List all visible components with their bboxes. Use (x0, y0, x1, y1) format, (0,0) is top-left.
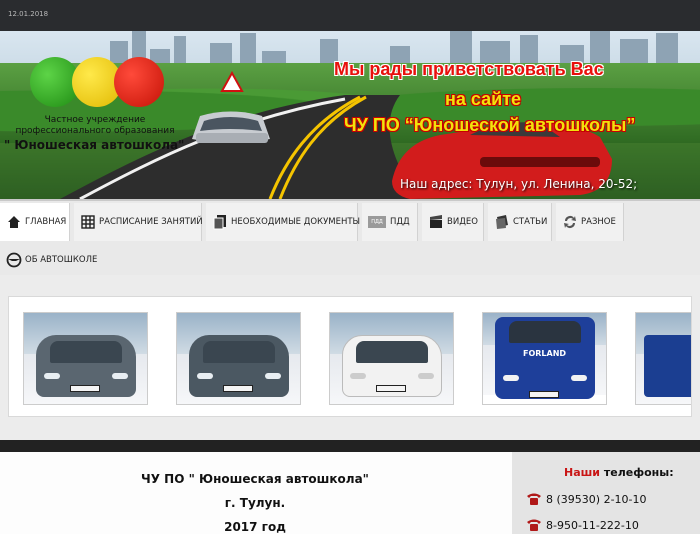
footer: ЧУ ПО " Юношеская автошкола" г. Тулун. 2… (0, 452, 700, 534)
documents-icon (213, 215, 226, 230)
footer-city: г. Тулун. (224, 496, 286, 510)
footer-divider (0, 440, 700, 452)
traffic-light-logo (30, 57, 164, 109)
red-light-icon (114, 57, 164, 107)
phone-2-number: 8-950-11-222-10 (546, 518, 639, 532)
steering-wheel-icon (6, 252, 22, 268)
nav-item-video[interactable]: ВИДЕО (422, 203, 484, 241)
greeting-line2: на сайте (445, 89, 522, 109)
silver-car (192, 70, 270, 143)
school-subtitle: Частное учреждение профессионального обр… (0, 115, 190, 137)
gallery-photo[interactable] (329, 312, 454, 405)
nav-item-misc[interactable]: РАЗНОЕ (556, 203, 624, 241)
nav-item-schedule[interactable]: РАСПИСАНИЕ ЗАНЯТИЙ (74, 203, 203, 241)
home-icon (8, 216, 20, 228)
phone-1-number: 8 (39530) 2-10-10 (546, 492, 647, 506)
car-photo-blue-truck (644, 335, 691, 397)
address: Наш адрес: Тулун, ул. Ленина, 20-52; (400, 177, 638, 191)
nav-label-documents: НЕОБХОДИМЫЕ ДОКУМЕНТЫ (231, 217, 361, 227)
grid-icon (81, 215, 95, 229)
current-date: 12.01.2018 (8, 10, 49, 18)
clapper-icon (430, 215, 442, 228)
gallery-photo[interactable] (23, 312, 148, 405)
nav-label-home: ГЛАВНАЯ (25, 217, 67, 227)
main-navigation: ГЛАВНАЯ РАСПИСАНИЕ ЗАНЯТИЙ НЕОБХОДИМЫЕ Д… (0, 199, 700, 279)
top-bar: 12.01.2018 (0, 0, 700, 31)
refresh-icon (564, 216, 576, 228)
phones-title-rest: телефоны: (600, 466, 674, 479)
footer-info: ЧУ ПО " Юношеская автошкола" г. Тулун. 2… (0, 452, 510, 534)
nav-label-video: ВИДЕО (447, 217, 478, 227)
nav-item-articles[interactable]: СТАТЬИ (488, 203, 552, 241)
gallery-photo[interactable] (176, 312, 301, 405)
phone-icon (527, 493, 541, 505)
footer-year: 2017 год (224, 520, 286, 534)
gallery-section: FORLAND (0, 275, 700, 440)
phones-title-accent: Наши (564, 466, 601, 479)
nav-label-misc: РАЗНОЕ (581, 217, 616, 227)
school-subtitle-line1: Частное учреждение (44, 115, 146, 125)
greeting-line1: Мы рады приветствовать Вас (334, 59, 604, 79)
nav-label-articles: СТАТЬИ (513, 217, 548, 227)
nav-label-pdd: ПДД (390, 217, 410, 227)
header-banner: Частное учреждение профессионального обр… (0, 31, 700, 199)
school-name: " Юношеская автошкола" (4, 138, 185, 152)
forland-logo: FORLAND (523, 349, 567, 358)
school-subtitle-line2: профессионального образования (15, 126, 175, 136)
phone-2[interactable]: 8-950-11-222-10 (526, 518, 639, 532)
footer-contacts: Наши телефоны: 8 (39530) 2-10-10 8-950-1… (512, 452, 700, 534)
car-gallery: FORLAND (8, 296, 692, 417)
footer-org: ЧУ ПО " Юношеская автошкола" (141, 472, 369, 486)
nav-item-documents[interactable]: НЕОБХОДИМЫЕ ДОКУМЕНТЫ (206, 203, 361, 241)
nav-item-pdd[interactable]: ПДД ПДД (362, 203, 418, 241)
nav-label-about: ОБ АВТОШКОЛЕ (25, 255, 98, 265)
rules-icon: ПДД (368, 216, 386, 228)
nav-item-home[interactable]: ГЛАВНАЯ (0, 203, 70, 241)
phone-1[interactable]: 8 (39530) 2-10-10 (526, 492, 647, 506)
greeting-line3: ЧУ ПО “Юношеской автошколы” (344, 115, 636, 135)
gallery-photo[interactable]: FORLAND (482, 312, 607, 405)
nav-item-about[interactable]: ОБ АВТОШКОЛЕ (0, 241, 97, 279)
articles-icon (496, 215, 508, 229)
gallery-photo[interactable] (635, 312, 691, 405)
phones-title: Наши телефоны: (564, 466, 674, 479)
phone-icon (527, 519, 541, 531)
nav-label-schedule: РАСПИСАНИЕ ЗАНЯТИЙ (99, 217, 203, 227)
